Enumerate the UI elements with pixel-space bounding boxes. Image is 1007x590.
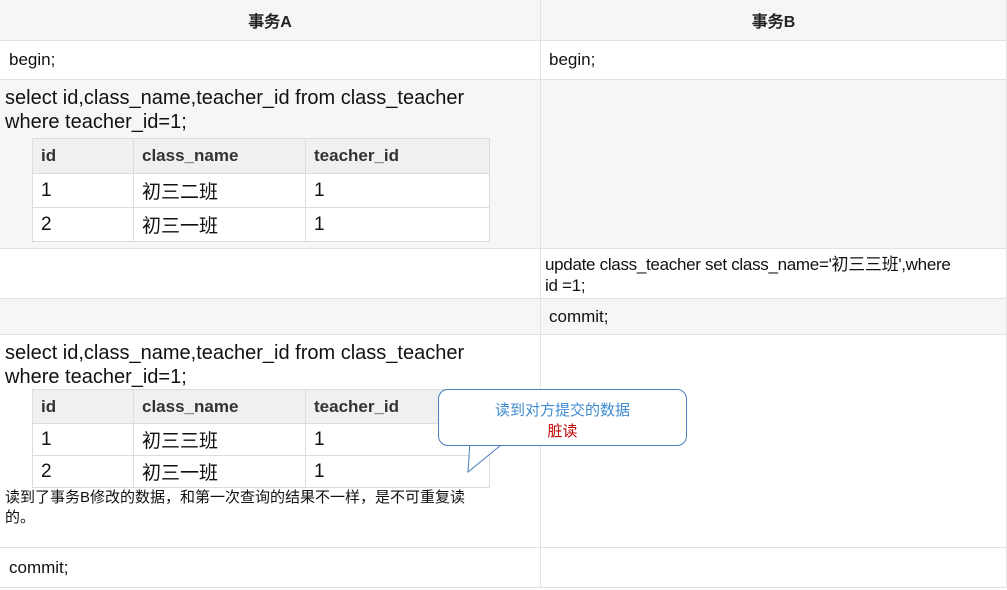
result-table-1: id class_name teacher_id 1 初三二班 1 2 初三一班… [32, 138, 490, 242]
table-row: 2 初三一班 1 [32, 207, 490, 242]
note-line2: 的。 [5, 509, 36, 526]
result-table-2: id class_name teacher_id 1 初三三班 1 2 初三一班… [32, 389, 490, 488]
cell-class-name: 初三二班 [133, 173, 306, 208]
cell-class-name: 初三一班 [133, 207, 306, 242]
cell-teacher-id: 1 [305, 207, 490, 242]
begin-statement-b: begin; [549, 50, 596, 69]
update-sql-line1: update class_teacher set class_name='初三三… [545, 255, 951, 274]
update-row: update class_teacher set class_name='初三三… [0, 249, 1007, 299]
update-cell-b: update class_teacher set class_name='初三三… [541, 249, 1007, 299]
col-header-class-name: class_name [133, 389, 306, 424]
col-header-id: id [32, 138, 134, 174]
header-row: 事务A 事务B [0, 0, 1007, 41]
cell-teacher-id: 1 [305, 173, 490, 208]
begin-cell-a: begin; [0, 41, 541, 80]
select1-sql-line1: select id,class_name,teacher_id from cla… [5, 87, 465, 109]
cell-id: 1 [32, 423, 134, 456]
non-repeatable-read-note: 读到了事务B修改的数据，和第一次查询的结果不一样，是不可重复读 的。 [5, 488, 535, 528]
begin-row: begin; begin; [0, 41, 1007, 80]
select2-sql: select id,class_name,teacher_id from cla… [5, 341, 525, 389]
update-sql-line2: id =1; [545, 276, 586, 295]
col-header-id: id [32, 389, 134, 424]
commit-statement-a: commit; [9, 558, 69, 577]
callout-text: 读到对方提交的数据 [494, 402, 630, 419]
begin-statement-a: begin; [9, 50, 56, 69]
commit-b-row: commit; [0, 299, 1007, 335]
select1-sql: select id,class_name,teacher_id from cla… [5, 86, 525, 134]
table-row: 2 初三一班 1 [32, 455, 490, 488]
note-line1: 读到了事务B修改的数据，和第一次查询的结果不一样，是不可重复读 [5, 489, 466, 506]
header-transaction-b: 事务B [541, 0, 1007, 41]
commit-a-cell-b [541, 548, 1007, 588]
cell-class-name: 初三一班 [133, 455, 306, 488]
select1-row: select id,class_name,teacher_id from cla… [0, 80, 1007, 249]
commit-statement-b: commit; [549, 307, 609, 326]
commit-a-row: commit; [0, 548, 1007, 588]
result-table-2-header: id class_name teacher_id [32, 389, 490, 424]
cell-teacher-id: 1 [305, 455, 490, 488]
update-sql: update class_teacher set class_name='初三三… [545, 254, 995, 296]
transaction-comparison-table: 事务A 事务B begin; begin; select id,class_na… [0, 0, 1007, 590]
update-cell-a [0, 249, 541, 299]
select1-cell-b [541, 80, 1007, 249]
col-header-teacher-id: teacher_id [305, 138, 490, 174]
result-table-1-header: id class_name teacher_id [32, 138, 490, 174]
select1-sql-line2: where teacher_id=1; [5, 111, 187, 133]
callout-emphasis: 脏读 [547, 423, 578, 440]
commit-b-cell-b: commit; [541, 299, 1007, 335]
cell-class-name: 初三三班 [133, 423, 306, 456]
select2-sql-line2: where teacher_id=1; [5, 366, 187, 388]
col-header-class-name: class_name [133, 138, 306, 174]
dirty-read-callout: 读到对方提交的数据 脏读 [438, 389, 687, 446]
table-row: 1 初三三班 1 [32, 423, 490, 456]
select1-cell-a: select id,class_name,teacher_id from cla… [0, 80, 541, 249]
cell-id: 2 [32, 455, 134, 488]
commit-b-cell-a [0, 299, 541, 335]
select2-sql-line1: select id,class_name,teacher_id from cla… [5, 342, 465, 364]
cell-id: 1 [32, 173, 134, 208]
table-row: 1 初三二班 1 [32, 173, 490, 208]
commit-a-cell-a: commit; [0, 548, 541, 588]
header-transaction-a: 事务A [0, 0, 541, 41]
cell-id: 2 [32, 207, 134, 242]
begin-cell-b: begin; [541, 41, 1007, 80]
